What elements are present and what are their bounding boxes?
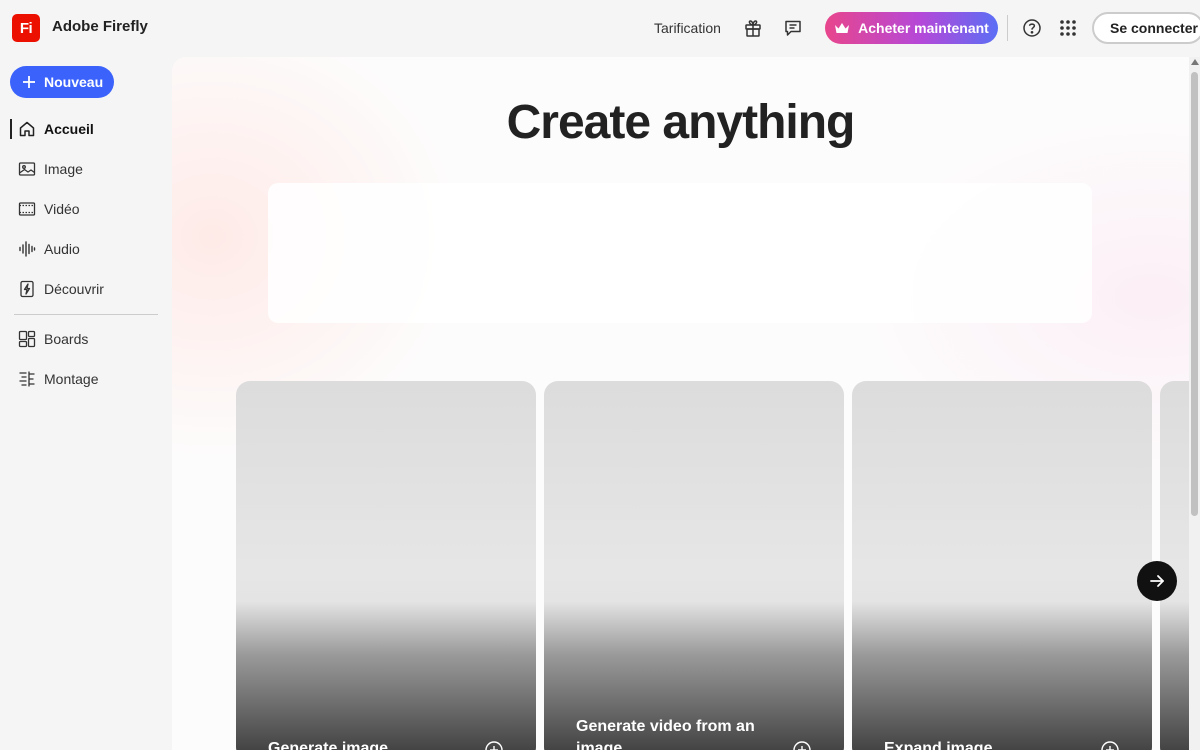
sidebar-item-image[interactable]: Image bbox=[18, 157, 83, 181]
sidebar-item-label: Découvrir bbox=[44, 281, 104, 297]
new-button[interactable]: Nouveau bbox=[10, 66, 114, 98]
add-circle-icon[interactable] bbox=[1100, 740, 1120, 750]
header-divider bbox=[1007, 15, 1008, 41]
add-circle-icon[interactable] bbox=[792, 740, 812, 750]
apps-grid-icon[interactable] bbox=[1056, 16, 1080, 40]
page-title: Create anything bbox=[506, 96, 856, 149]
home-icon bbox=[19, 121, 35, 137]
top-bar: Fi Adobe Firefly Tarification Acheter ma… bbox=[0, 0, 1200, 56]
prompt-area[interactable] bbox=[268, 183, 1092, 323]
carousel-next-button[interactable] bbox=[1137, 561, 1177, 601]
card-expand-image[interactable]: Expand image bbox=[852, 381, 1152, 750]
main-panel: Create anything Generate image Generate … bbox=[172, 57, 1189, 750]
active-indicator bbox=[10, 119, 12, 139]
card-generate-image[interactable]: Generate image bbox=[236, 381, 536, 750]
sidebar-item-montage[interactable]: Montage bbox=[18, 367, 98, 391]
sidebar-item-discover[interactable]: Découvrir bbox=[18, 277, 104, 301]
montage-icon bbox=[19, 371, 35, 387]
boards-icon bbox=[18, 330, 36, 348]
buy-now-label: Acheter maintenant bbox=[858, 20, 989, 36]
sidebar-item-label: Montage bbox=[44, 371, 99, 387]
sidebar-item-home[interactable]: Accueil bbox=[18, 117, 94, 141]
plus-icon bbox=[23, 76, 35, 88]
sidebar-item-audio[interactable]: Audio bbox=[18, 237, 80, 261]
buy-now-button[interactable]: Acheter maintenant bbox=[825, 12, 998, 44]
card-label: Expand image bbox=[884, 740, 993, 750]
app-title[interactable]: Adobe Firefly bbox=[52, 18, 148, 35]
add-circle-icon[interactable] bbox=[484, 740, 504, 750]
card-label: Generate video from an image. bbox=[576, 718, 755, 750]
film-icon bbox=[18, 202, 36, 216]
firefly-logo[interactable]: Fi bbox=[12, 14, 40, 42]
arrow-right-icon bbox=[1150, 575, 1164, 587]
new-button-label: Nouveau bbox=[44, 74, 104, 90]
help-icon[interactable] bbox=[1020, 16, 1044, 40]
card-generate-video[interactable]: Generate video from an image. bbox=[544, 381, 844, 750]
scroll-up-arrow[interactable] bbox=[1191, 59, 1199, 65]
scrollbar-thumb[interactable] bbox=[1191, 72, 1198, 516]
lightning-icon bbox=[20, 280, 34, 298]
crown-icon bbox=[835, 23, 850, 33]
sidebar-item-label: Boards bbox=[44, 331, 89, 347]
sidebar-item-label: Image bbox=[44, 161, 83, 177]
pricing-link[interactable]: Tarification bbox=[654, 20, 721, 36]
sign-in-button[interactable]: Se connecter bbox=[1092, 12, 1200, 44]
sidebar-item-label: Vidéo bbox=[44, 201, 80, 217]
waveform-icon bbox=[19, 241, 36, 257]
sidebar-item-label: Audio bbox=[44, 241, 80, 257]
sidebar-item-video[interactable]: Vidéo bbox=[18, 197, 80, 221]
sidebar-item-label: Accueil bbox=[44, 121, 94, 137]
gift-icon[interactable] bbox=[741, 16, 765, 40]
sidebar-divider bbox=[14, 314, 158, 315]
image-icon bbox=[18, 162, 36, 176]
card-label: Generate image bbox=[268, 740, 389, 750]
sidebar-item-boards[interactable]: Boards bbox=[18, 327, 88, 351]
feedback-icon[interactable] bbox=[781, 16, 805, 40]
